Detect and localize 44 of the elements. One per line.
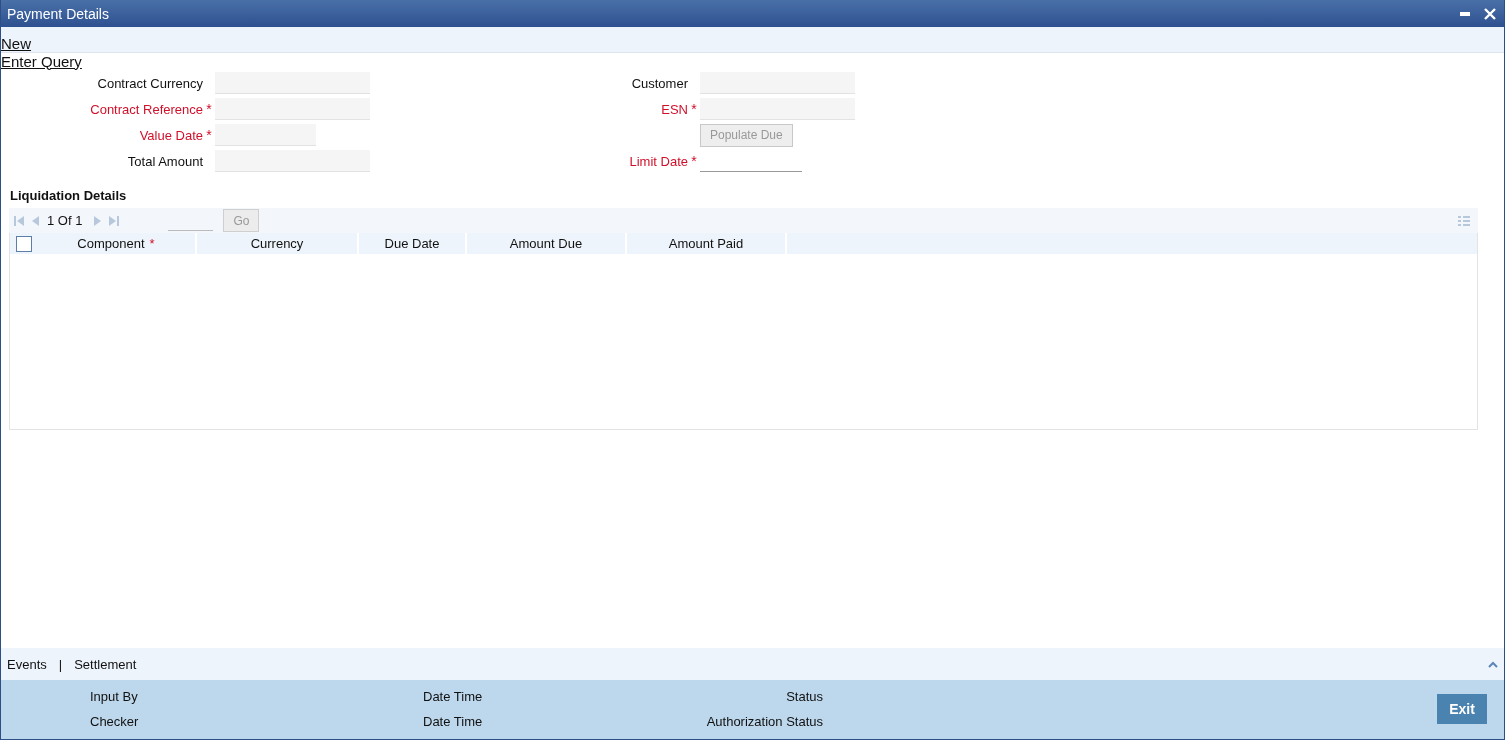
tab-separator: |	[58, 656, 63, 672]
menu-link[interactable]: Enter Query	[1, 52, 82, 70]
audit-label: Status	[786, 689, 823, 704]
required-mark: *	[149, 236, 155, 251]
tab-link[interactable]: Events	[7, 656, 47, 672]
audit-label: Checker	[90, 714, 139, 729]
field-label: Value Date	[139, 127, 203, 143]
page-indicator: 1 Of 1	[47, 213, 83, 228]
required-mark: *	[691, 153, 697, 169]
audit-label: Input By	[90, 689, 138, 704]
minimize-icon[interactable]	[1460, 11, 1470, 16]
column-header: Component	[77, 236, 145, 251]
tab-link[interactable]: Settlement	[74, 656, 137, 672]
column-header: Currency	[250, 236, 304, 251]
required-mark: *	[206, 127, 212, 143]
audit-label: Authorization Status	[706, 714, 823, 729]
field-label: ESN	[661, 101, 688, 117]
audit-label: Date Time	[423, 714, 483, 729]
input-field[interactable]	[215, 150, 370, 172]
close-icon[interactable]	[1484, 7, 1496, 20]
section-title: Liquidation Details	[10, 188, 128, 203]
required-mark: *	[691, 101, 697, 117]
select-all-checkbox[interactable]	[15, 235, 32, 252]
field-label: Customer	[631, 75, 688, 91]
required-mark: *	[206, 101, 212, 117]
input-field[interactable]	[215, 98, 370, 120]
last-page-icon[interactable]	[108, 214, 121, 227]
audit-label: Date Time	[423, 689, 483, 704]
input-field[interactable]	[700, 98, 855, 120]
input-field[interactable]	[215, 72, 370, 94]
window-title: Payment Details	[7, 5, 110, 22]
field-label: Contract Reference	[90, 101, 203, 117]
column-header: Amount Paid	[668, 236, 744, 251]
field-label: Limit Date	[629, 153, 688, 169]
first-page-icon[interactable]	[13, 214, 25, 227]
column-header: Due Date	[384, 236, 440, 251]
column-header: Amount Due	[509, 236, 583, 251]
menu-link[interactable]: New	[1, 35, 31, 52]
list-settings-icon[interactable]	[1458, 214, 1470, 227]
field-label: Total Amount	[127, 153, 203, 169]
exit-button[interactable]: Exit	[1437, 694, 1487, 724]
caret-up-icon[interactable]	[1488, 660, 1498, 668]
field-label: Contract Currency	[97, 75, 203, 91]
input-field[interactable]	[700, 72, 855, 94]
